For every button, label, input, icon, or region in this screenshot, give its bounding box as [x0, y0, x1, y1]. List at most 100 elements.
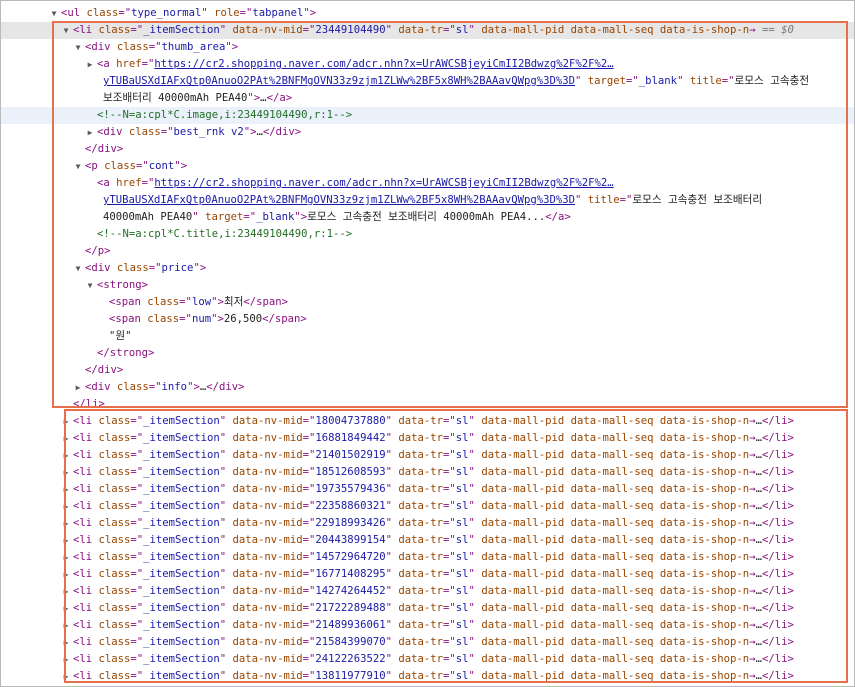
tag-token: "> — [247, 92, 261, 104]
node-markup: <li class="_itemSection" data-nv-mid="16… — [73, 566, 794, 583]
url-link[interactable]: https://cr2.shopping.naver.com/adcr.nhn?… — [154, 58, 613, 70]
expand-arrow-right-icon[interactable]: ▶ — [61, 583, 71, 600]
expand-arrow-right-icon[interactable]: ▶ — [61, 481, 71, 498]
collapsed-list-item-node[interactable]: ▶ <li class="_itemSection" data-nv-mid="1… — [1, 566, 854, 583]
collapsed-list-item-node[interactable]: ▶ <li class="_itemSection" data-nv-mid="2… — [1, 498, 854, 515]
expand-arrow-right-icon[interactable]: ▶ — [61, 464, 71, 481]
attribute-name-token: data-nv-mid — [232, 636, 303, 648]
attribute-name-token: class — [98, 653, 131, 665]
punctuation-token: =" — [302, 534, 316, 546]
attribute-name-token: data-mall-pid data-mall-seq data-is-shop… — [481, 636, 750, 648]
dom-node-line[interactable]: ▶ <div class="info">…</div> — [1, 379, 854, 396]
expand-arrow-right-icon[interactable]: ▶ — [61, 668, 71, 685]
text-node-token: 40000mAh PEA40 — [103, 211, 193, 223]
expand-arrow-down-icon[interactable]: ▼ — [73, 158, 83, 175]
expand-arrow-right-icon[interactable]: ▶ — [61, 498, 71, 515]
collapsed-list-item-node[interactable]: ▶ <li class="_itemSection" data-nv-mid="1… — [1, 549, 854, 566]
expand-arrow-right-icon[interactable]: ▶ — [61, 600, 71, 617]
attribute-value-token: price — [161, 262, 194, 274]
tag-token: =" — [136, 160, 149, 172]
punctuation-token: =" — [443, 551, 456, 563]
collapsed-list-item-node[interactable]: ▶ <li class="_itemSection" data-nv-mid="2… — [1, 651, 854, 668]
tag-token: </li> — [761, 636, 794, 648]
tag-token: <li — [73, 602, 99, 614]
expand-arrow-right-icon[interactable]: ▶ — [61, 413, 71, 430]
expand-arrow-down-icon[interactable]: ▼ — [73, 39, 83, 56]
dom-node-line[interactable]: ▼ <div class="thumb_area"> — [1, 39, 854, 56]
tag-token: </li> — [761, 653, 794, 665]
collapsed-list-item-node[interactable]: ▶ <li class="_itemSection" data-nv-mid="2… — [1, 600, 854, 617]
tag-token: <span — [109, 313, 148, 325]
expand-arrow-right-icon[interactable]: ▶ — [61, 651, 71, 668]
collapsed-list-item-node[interactable]: ▶ <li class="_itemSection" data-nv-mid="2… — [1, 515, 854, 532]
expand-arrow-right-icon[interactable]: ▶ — [61, 515, 71, 532]
expand-arrow-down-icon[interactable]: ▼ — [61, 22, 71, 39]
expand-arrow-right-icon[interactable]: ▶ — [85, 56, 95, 73]
dom-node-line[interactable]: <span class="num">26,500</span> — [1, 311, 854, 328]
dom-node-line[interactable]: <a href="https://cr2.shopping.naver.com/… — [1, 175, 854, 192]
expand-arrow-down-icon[interactable]: ▼ — [73, 260, 83, 277]
expand-arrow-right-icon[interactable]: ▶ — [61, 634, 71, 651]
collapsed-list-item-node[interactable]: ▶ <li class="_itemSection" data-nv-mid="2… — [1, 532, 854, 549]
expand-arrow-down-icon[interactable]: ▼ — [85, 277, 95, 294]
dom-node-line[interactable]: <span class="low">최저</span> — [1, 294, 854, 311]
collapsed-list-item-node[interactable]: ▶ <li class="_itemSection" data-nv-mid="1… — [1, 481, 854, 498]
collapsed-list-item-node[interactable]: ▶ <li class="_itemSection" data-nv-mid="2… — [1, 617, 854, 634]
dom-node-line[interactable]: ▶ <a href="https://cr2.shopping.naver.com… — [1, 56, 854, 73]
expand-arrow-right-icon[interactable]: ▶ — [61, 617, 71, 634]
dom-node-line[interactable]: </p> — [1, 243, 854, 260]
tag-token: <li — [73, 568, 99, 580]
tag-token: =" — [619, 194, 633, 206]
dom-node-line[interactable]: ▼ <ul class="type_normal" role="tabpanel"… — [1, 5, 854, 22]
dom-node-line[interactable]: </li> — [1, 396, 854, 413]
tag-token: =" — [130, 24, 144, 36]
dom-node-line[interactable]: </div> — [1, 141, 854, 158]
dom-node-line[interactable]: 40000mAh PEA40" target="_blank">로모스 고속충전… — [1, 209, 854, 226]
dom-node-line[interactable]: "원" — [1, 328, 854, 345]
collapsed-list-item-node[interactable]: ▶ <li class="_itemSection" data-nv-mid="1… — [1, 583, 854, 600]
collapsed-list-item-node[interactable]: ▶ <li class="_itemSection" data-nv-mid="2… — [1, 447, 854, 464]
dom-node-line[interactable]: ▼ <strong> — [1, 277, 854, 294]
expand-arrow-right-icon[interactable]: ▶ — [85, 124, 95, 141]
punctuation-token: =" — [130, 568, 144, 580]
expand-arrow-right-icon[interactable]: ▶ — [61, 532, 71, 549]
url-link[interactable]: yTUBaUSXdIAFxQtp0AnuoO2PAt%2BNFMgOVN33z9… — [103, 194, 575, 206]
text-node-token: 로모스 고속충전 — [734, 75, 810, 87]
expand-arrow-right-icon[interactable]: ▶ — [61, 549, 71, 566]
dom-node-line[interactable]: </div> — [1, 362, 854, 379]
tag-token: <li — [73, 636, 99, 648]
attribute-value-token: sl — [455, 500, 469, 512]
collapsed-list-item-node[interactable]: ▶ <li class="_itemSection" data-nv-mid="2… — [1, 634, 854, 651]
dom-node-line[interactable]: 보조배터리 40000mAh PEA40">…</a> — [1, 90, 854, 107]
node-markup: <li class="_itemSection" data-nv-mid="21… — [73, 634, 794, 651]
punctuation-token: " — [219, 534, 233, 546]
expand-arrow-right-icon[interactable]: ▶ — [61, 566, 71, 583]
expand-arrow-down-icon[interactable]: ▼ — [49, 5, 59, 22]
tag-token: <li — [73, 449, 99, 461]
attribute-name-token: role — [214, 7, 240, 19]
node-markup: <li class="_itemSection" data-nv-mid="14… — [73, 549, 794, 566]
collapsed-list-item-node[interactable]: ▶ <li class="_itemSection" data-nv-mid="1… — [1, 668, 854, 685]
dom-node-line[interactable]: yTUBaUSXdIAFxQtp0AnuoO2PAt%2BNFMgOVN33z9… — [1, 192, 854, 209]
collapsed-list-item-node[interactable]: ▶ <li class="_itemSection" data-nv-mid="1… — [1, 430, 854, 447]
dom-node-line[interactable]: yTUBaUSXdIAFxQtp0AnuoO2PAt%2BNFMgOVN33z9… — [1, 73, 854, 90]
dom-node-line[interactable]: <!--N=a:cpl*C.title,i:23449104490,r:1--> — [1, 226, 854, 243]
expand-arrow-right-icon[interactable]: ▶ — [61, 447, 71, 464]
punctuation-token: " — [385, 585, 399, 597]
collapsed-list-item-node[interactable]: ▶ <li class="_itemSection" data-nv-mid="1… — [1, 413, 854, 430]
dom-node-line[interactable]: ▼ <p class="cont"> — [1, 158, 854, 175]
url-link[interactable]: https://cr2.shopping.naver.com/adcr.nhn?… — [154, 177, 613, 189]
node-markup: <div class="price"> — [85, 260, 206, 277]
collapsed-list-item-node[interactable]: ▶ <li class="_itemSection" data-nv-mid="1… — [1, 464, 854, 481]
url-link[interactable]: yTUBaUSXdIAFxQtp0AnuoO2PAt%2BNFMgOVN33z9… — [103, 75, 575, 87]
expand-arrow-right-icon[interactable]: ▶ — [73, 379, 83, 396]
selected-dom-node[interactable]: ▼ <li class="_itemSection" data-nv-mid="2… — [1, 22, 854, 39]
punctuation-token: " — [219, 636, 233, 648]
dom-node-line[interactable]: ▼ <div class="price"> — [1, 260, 854, 277]
punctuation-token: " — [385, 619, 399, 631]
expand-arrow-right-icon[interactable]: ▶ — [61, 430, 71, 447]
attribute-name-token: data-mall-pid data-mall-seq data-is-shop… — [481, 534, 750, 546]
dom-node-line[interactable]: </strong> — [1, 345, 854, 362]
dom-node-line[interactable]: <!--N=a:cpl*C.image,i:23449104490,r:1--> — [1, 107, 854, 124]
dom-node-line[interactable]: ▶ <div class="best_rnk v2">…</div> — [1, 124, 854, 141]
